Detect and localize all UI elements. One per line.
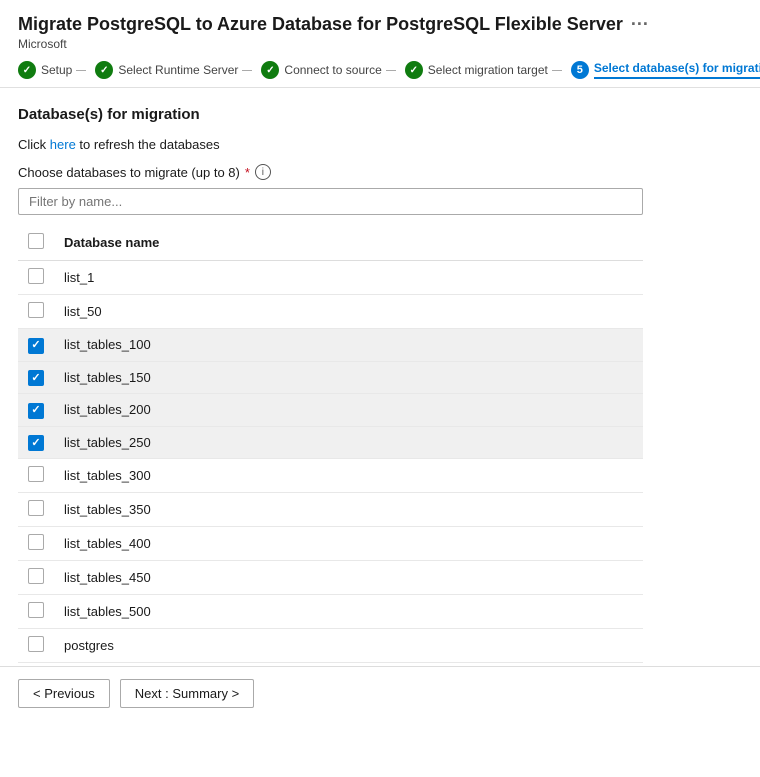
- db-name-cell-3: list_tables_150: [54, 361, 643, 394]
- select-all-header: [18, 225, 54, 261]
- table-row[interactable]: list_tables_200: [18, 394, 643, 427]
- table-row[interactable]: list_tables_400: [18, 527, 643, 561]
- wizard-step-select-databases: 5 Select database(s) for migration: [548, 61, 760, 79]
- checkbox-cell-10: [18, 595, 54, 629]
- table-row[interactable]: list_tables_450: [18, 561, 643, 595]
- wizard-step-migration-target[interactable]: ✓ Select migration target: [382, 61, 548, 79]
- wizard-step-setup[interactable]: ✓ Setup: [18, 61, 72, 79]
- section-title: Database(s) for migration: [18, 106, 742, 123]
- db-name-cell-4: list_tables_200: [54, 394, 643, 427]
- db-name-cell-8: list_tables_400: [54, 527, 643, 561]
- table-row[interactable]: postgres: [18, 629, 643, 663]
- database-table-body: list_1list_50list_tables_100list_tables_…: [18, 261, 643, 697]
- db-name-cell-11: postgres: [54, 629, 643, 663]
- step-label-migration-target: Select migration target: [428, 63, 548, 77]
- required-marker: *: [245, 165, 250, 180]
- page-header: Migrate PostgreSQL to Azure Database for…: [0, 0, 760, 51]
- db-checkbox-6[interactable]: [28, 466, 44, 482]
- checkbox-cell-5: [18, 426, 54, 459]
- db-checkbox-7[interactable]: [28, 500, 44, 516]
- db-name-cell-6: list_tables_300: [54, 459, 643, 493]
- database-table: Database name list_1list_50list_tables_1…: [18, 225, 643, 697]
- step-icon-select-databases: 5: [571, 61, 589, 79]
- previous-button[interactable]: < Previous: [18, 679, 110, 708]
- table-row[interactable]: list_50: [18, 295, 643, 329]
- db-name-cell-2: list_tables_100: [54, 329, 643, 362]
- page-subtitle: Microsoft: [18, 37, 742, 51]
- next-button[interactable]: Next : Summary >: [120, 679, 254, 708]
- info-icon[interactable]: i: [255, 164, 271, 180]
- checkbox-cell-4: [18, 394, 54, 427]
- checkbox-cell-2: [18, 329, 54, 362]
- db-checkbox-9[interactable]: [28, 568, 44, 584]
- step-label-connect: Connect to source: [284, 63, 381, 77]
- footer: < Previous Next : Summary >: [0, 666, 760, 720]
- choose-label-text: Choose databases to migrate (up to 8): [18, 165, 240, 180]
- db-name-cell-0: list_1: [54, 261, 643, 295]
- step-icon-connect: ✓: [261, 61, 279, 79]
- wizard-steps: ✓ Setup ✓ Select Runtime Server ✓ Connect to …: [0, 51, 760, 79]
- step-icon-runtime: ✓: [95, 61, 113, 79]
- db-checkbox-2[interactable]: [28, 338, 44, 354]
- refresh-link[interactable]: here: [50, 137, 76, 152]
- step-label-select-databases: Select database(s) for migration: [594, 61, 760, 79]
- refresh-text-post: to refresh the databases: [76, 137, 220, 152]
- step-label-runtime: Select Runtime Server: [118, 63, 238, 77]
- wizard-step-runtime[interactable]: ✓ Select Runtime Server: [72, 61, 238, 79]
- checkbox-cell-6: [18, 459, 54, 493]
- table-row[interactable]: list_tables_150: [18, 361, 643, 394]
- table-row[interactable]: list_1: [18, 261, 643, 295]
- step-icon-migration-target: ✓: [405, 61, 423, 79]
- refresh-line: Click here to refresh the databases: [18, 137, 742, 152]
- db-checkbox-8[interactable]: [28, 534, 44, 550]
- db-checkbox-1[interactable]: [28, 302, 44, 318]
- db-checkbox-5[interactable]: [28, 435, 44, 451]
- choose-label: Choose databases to migrate (up to 8) * …: [18, 164, 742, 180]
- filter-input[interactable]: [18, 188, 643, 215]
- wizard-step-connect[interactable]: ✓ Connect to source: [238, 61, 381, 79]
- step-label-setup: Setup: [41, 63, 72, 77]
- checkbox-cell-0: [18, 261, 54, 295]
- table-row[interactable]: list_tables_100: [18, 329, 643, 362]
- table-row[interactable]: list_tables_500: [18, 595, 643, 629]
- refresh-text-pre: Click: [18, 137, 50, 152]
- table-row[interactable]: list_tables_250: [18, 426, 643, 459]
- table-row[interactable]: list_tables_350: [18, 493, 643, 527]
- checkbox-cell-7: [18, 493, 54, 527]
- db-name-cell-1: list_50: [54, 295, 643, 329]
- checkbox-cell-11: [18, 629, 54, 663]
- step-icon-setup: ✓: [18, 61, 36, 79]
- table-row[interactable]: list_tables_300: [18, 459, 643, 493]
- checkbox-cell-1: [18, 295, 54, 329]
- db-checkbox-11[interactable]: [28, 636, 44, 652]
- checkbox-cell-3: [18, 361, 54, 394]
- select-all-checkbox[interactable]: [28, 233, 44, 249]
- db-name-cell-7: list_tables_350: [54, 493, 643, 527]
- db-checkbox-0[interactable]: [28, 268, 44, 284]
- checkbox-cell-9: [18, 561, 54, 595]
- db-checkbox-10[interactable]: [28, 602, 44, 618]
- checkbox-cell-8: [18, 527, 54, 561]
- db-name-header: Database name: [54, 225, 643, 261]
- db-name-cell-10: list_tables_500: [54, 595, 643, 629]
- db-checkbox-4[interactable]: [28, 403, 44, 419]
- db-name-cell-5: list_tables_250: [54, 426, 643, 459]
- page-title: Migrate PostgreSQL to Azure Database for…: [18, 14, 742, 35]
- title-text: Migrate PostgreSQL to Azure Database for…: [18, 14, 623, 35]
- db-checkbox-3[interactable]: [28, 370, 44, 386]
- db-name-cell-9: list_tables_450: [54, 561, 643, 595]
- more-options-icon[interactable]: ···: [631, 14, 649, 35]
